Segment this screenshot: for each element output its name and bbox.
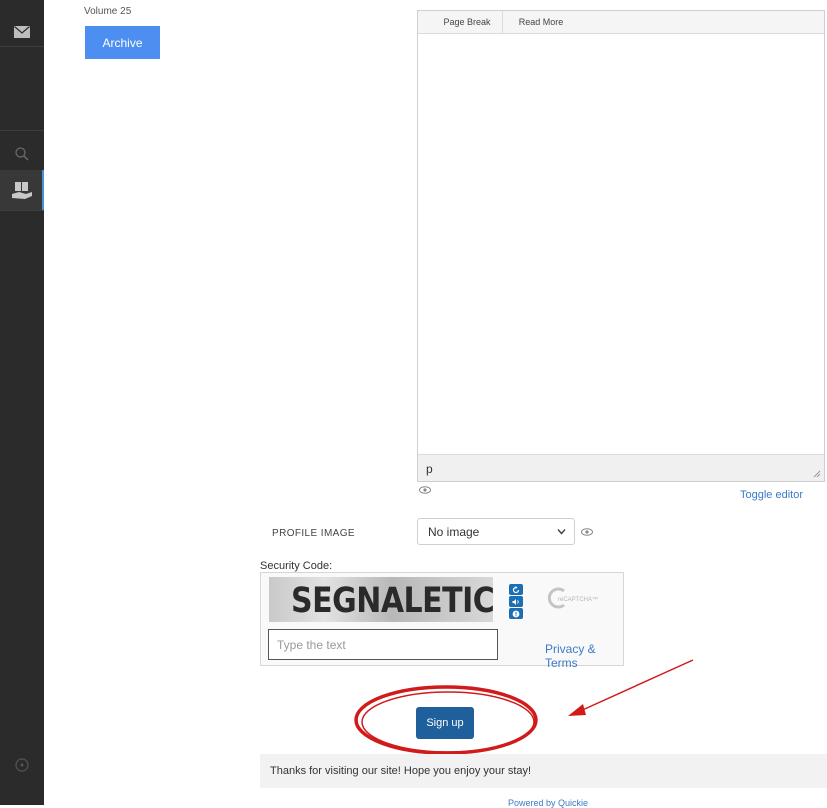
search-icon[interactable] — [0, 144, 44, 164]
captcha-image: SEGNALETICA — [269, 577, 493, 622]
refresh-icon[interactable] — [509, 584, 523, 595]
annotation-arrowhead — [568, 704, 586, 716]
recaptcha-logo-text: reCAPTCHA™ — [558, 596, 598, 603]
resize-handle-icon[interactable] — [813, 470, 821, 478]
recaptcha-logo-icon: reCAPTCHA™ — [547, 587, 598, 609]
read-more-button[interactable]: Read More — [510, 11, 572, 33]
left-sidebar — [0, 0, 44, 805]
captcha-image-text: SEGNALETICA — [291, 581, 493, 622]
profile-image-label: PROFILE IMAGE — [272, 528, 355, 539]
circle-icon[interactable] — [0, 756, 44, 774]
eye-icon[interactable] — [581, 528, 593, 536]
security-code-label: Security Code: — [260, 560, 333, 572]
captcha-widget: SEGNALETICA reCAPTCHA™ Type the text Pri… — [260, 572, 624, 670]
captcha-text-input[interactable]: Type the text — [268, 629, 498, 660]
eye-icon[interactable] — [419, 486, 431, 494]
captcha-input-placeholder: Type the text — [277, 637, 346, 652]
profile-image-selected: No image — [428, 524, 480, 539]
rich-text-editor[interactable]: Page Break Read More p — [417, 10, 825, 482]
audio-icon[interactable] — [509, 596, 523, 607]
page-break-button[interactable]: Page Break — [432, 11, 503, 33]
sign-up-button[interactable]: Sign up — [416, 707, 474, 739]
toggle-editor-link[interactable]: Toggle editor — [740, 489, 803, 501]
footer-message: Thanks for visiting our site! Hope you e… — [270, 765, 532, 777]
editor-toolbar: Page Break Read More — [418, 11, 824, 34]
volume-label: Volume 25 — [84, 6, 132, 17]
element-path[interactable]: p — [426, 462, 433, 476]
powered-by-link[interactable]: Powered by Quickie — [508, 798, 588, 808]
editor-statusbar: p — [418, 454, 824, 481]
profile-image-select[interactable]: No image — [417, 518, 575, 545]
footer-band: Thanks for visiting our site! Hope you e… — [260, 754, 827, 788]
archive-button[interactable]: Archive — [85, 26, 160, 59]
book-hand-icon[interactable] — [0, 180, 44, 202]
privacy-terms-link[interactable]: Privacy & Terms — [545, 642, 623, 670]
chevron-down-icon — [557, 529, 566, 535]
mail-icon[interactable] — [0, 22, 44, 42]
help-icon[interactable] — [509, 608, 523, 619]
